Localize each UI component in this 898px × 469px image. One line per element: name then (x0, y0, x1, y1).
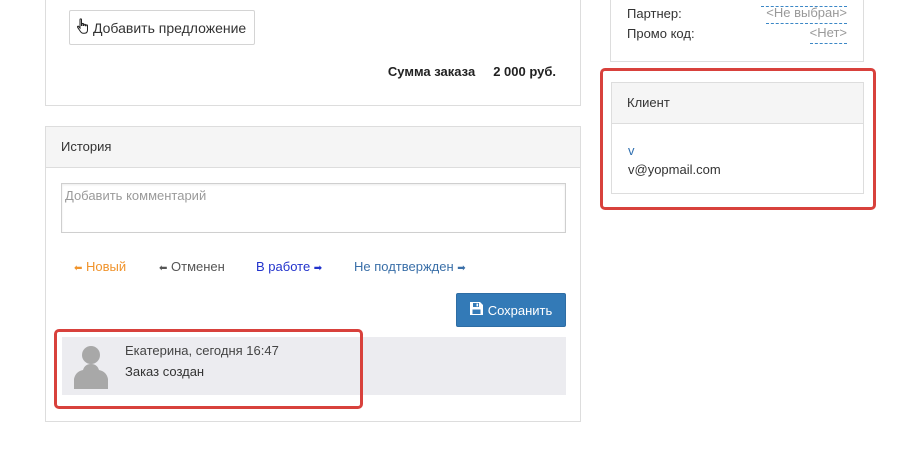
status-cancelled-label: Отменен (171, 259, 225, 274)
hand-pointer-icon (76, 18, 90, 37)
promo-label: Промо код: (627, 26, 695, 41)
partner-row: Партнер: <Не выбран> (627, 6, 847, 24)
add-offer-button[interactable]: Добавить предложение (69, 10, 256, 45)
partner-label: Партнер: (627, 6, 682, 21)
status-unconfirmed-link[interactable]: Не подтвержден ➡ (354, 259, 466, 274)
save-label: Сохранить (487, 302, 553, 318)
promo-row: Промо код: <Нет> (627, 26, 847, 44)
status-unconfirmed-label: Не подтвержден (354, 259, 454, 274)
status-in-work-link[interactable]: В работе ➡ (256, 259, 322, 274)
status-in-work-label: В работе (256, 259, 311, 274)
status-cancelled-link[interactable]: ⬅ Отменен (159, 259, 225, 274)
partner-select[interactable]: <Не выбран> (766, 6, 847, 24)
arrow-left-icon: ⬅ (74, 263, 83, 274)
order-total-label: Сумма заказа (387, 64, 476, 79)
status-new-label: Новый (86, 259, 127, 274)
order-info-panel: Партнер: <Не выбран> Промо код: <Нет> (610, 0, 864, 62)
history-title: История (46, 127, 580, 168)
save-button[interactable]: Сохранить (456, 293, 566, 327)
order-total: Сумма заказа 2 000 руб. (388, 64, 556, 79)
order-panel: Добавить предложение Сумма заказа 2 000 … (45, 0, 581, 106)
arrow-right-icon: ➡ (313, 263, 323, 274)
history-entry-highlight-box (54, 329, 363, 409)
comment-input[interactable] (61, 183, 566, 233)
promo-select[interactable]: <Нет> (809, 26, 847, 44)
arrow-left-icon: ⬅ (159, 263, 168, 274)
order-total-value: 2 000 руб. (493, 64, 556, 79)
client-highlight-box (600, 68, 876, 210)
floppy-disk-icon (469, 302, 483, 318)
arrow-right-icon: ➡ (457, 263, 466, 274)
add-offer-label: Добавить предложение (93, 19, 247, 36)
status-new-link[interactable]: ⬅ Новый (74, 259, 126, 274)
